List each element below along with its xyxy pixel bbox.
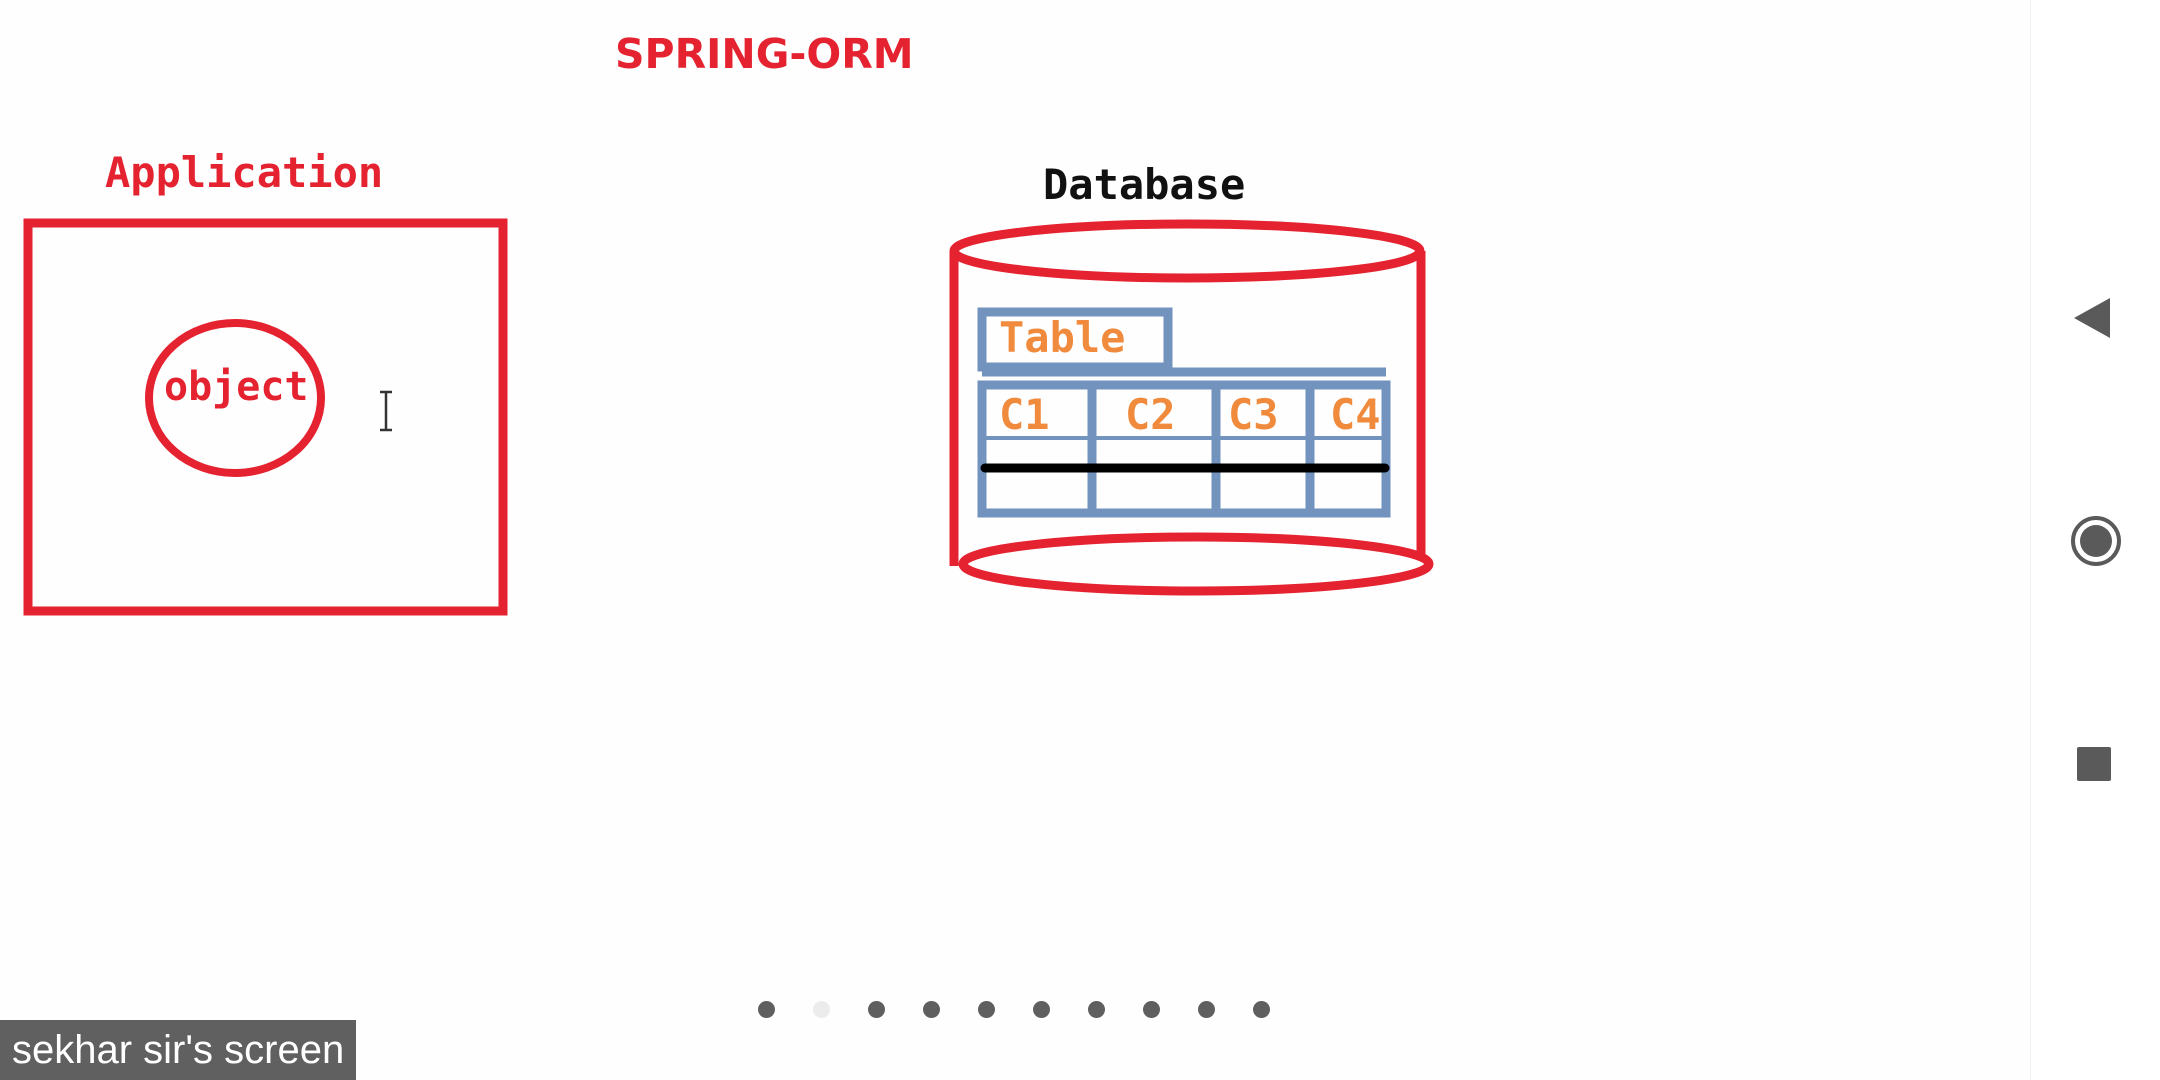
page-dot[interactable] [1033, 1001, 1050, 1018]
whiteboard-canvas[interactable]: SPRING-ORM Application object Database T… [0, 0, 2030, 1080]
object-label: object [164, 364, 309, 410]
home-circle-icon[interactable] [2070, 515, 2122, 567]
table-label: Table [999, 313, 1126, 362]
recents-square-icon[interactable] [2077, 747, 2111, 781]
column-label: C4 [1330, 390, 1381, 439]
slide-title: SPRING-ORM [615, 30, 914, 78]
database-label: Database [1043, 160, 1246, 209]
column-label: C3 [1228, 390, 1279, 439]
page-dot[interactable] [923, 1001, 940, 1018]
application-box [23, 218, 508, 616]
page-dot[interactable] [1143, 1001, 1160, 1018]
page-dot-active[interactable] [813, 1001, 830, 1018]
page-dot[interactable] [1198, 1001, 1215, 1018]
page-dot[interactable] [1088, 1001, 1105, 1018]
page-dot[interactable] [978, 1001, 995, 1018]
page-dot[interactable] [758, 1001, 775, 1018]
text-cursor-icon [380, 390, 392, 432]
back-triangle-icon[interactable] [2070, 296, 2114, 340]
column-label: C2 [1125, 390, 1176, 439]
page-dot[interactable] [868, 1001, 885, 1018]
column-label: C1 [999, 390, 1050, 439]
page-indicator [758, 1001, 1270, 1018]
application-label: Application [105, 148, 384, 197]
screen-share-caption: sekhar sir's screen [0, 1020, 357, 1080]
page-dot[interactable] [1253, 1001, 1270, 1018]
